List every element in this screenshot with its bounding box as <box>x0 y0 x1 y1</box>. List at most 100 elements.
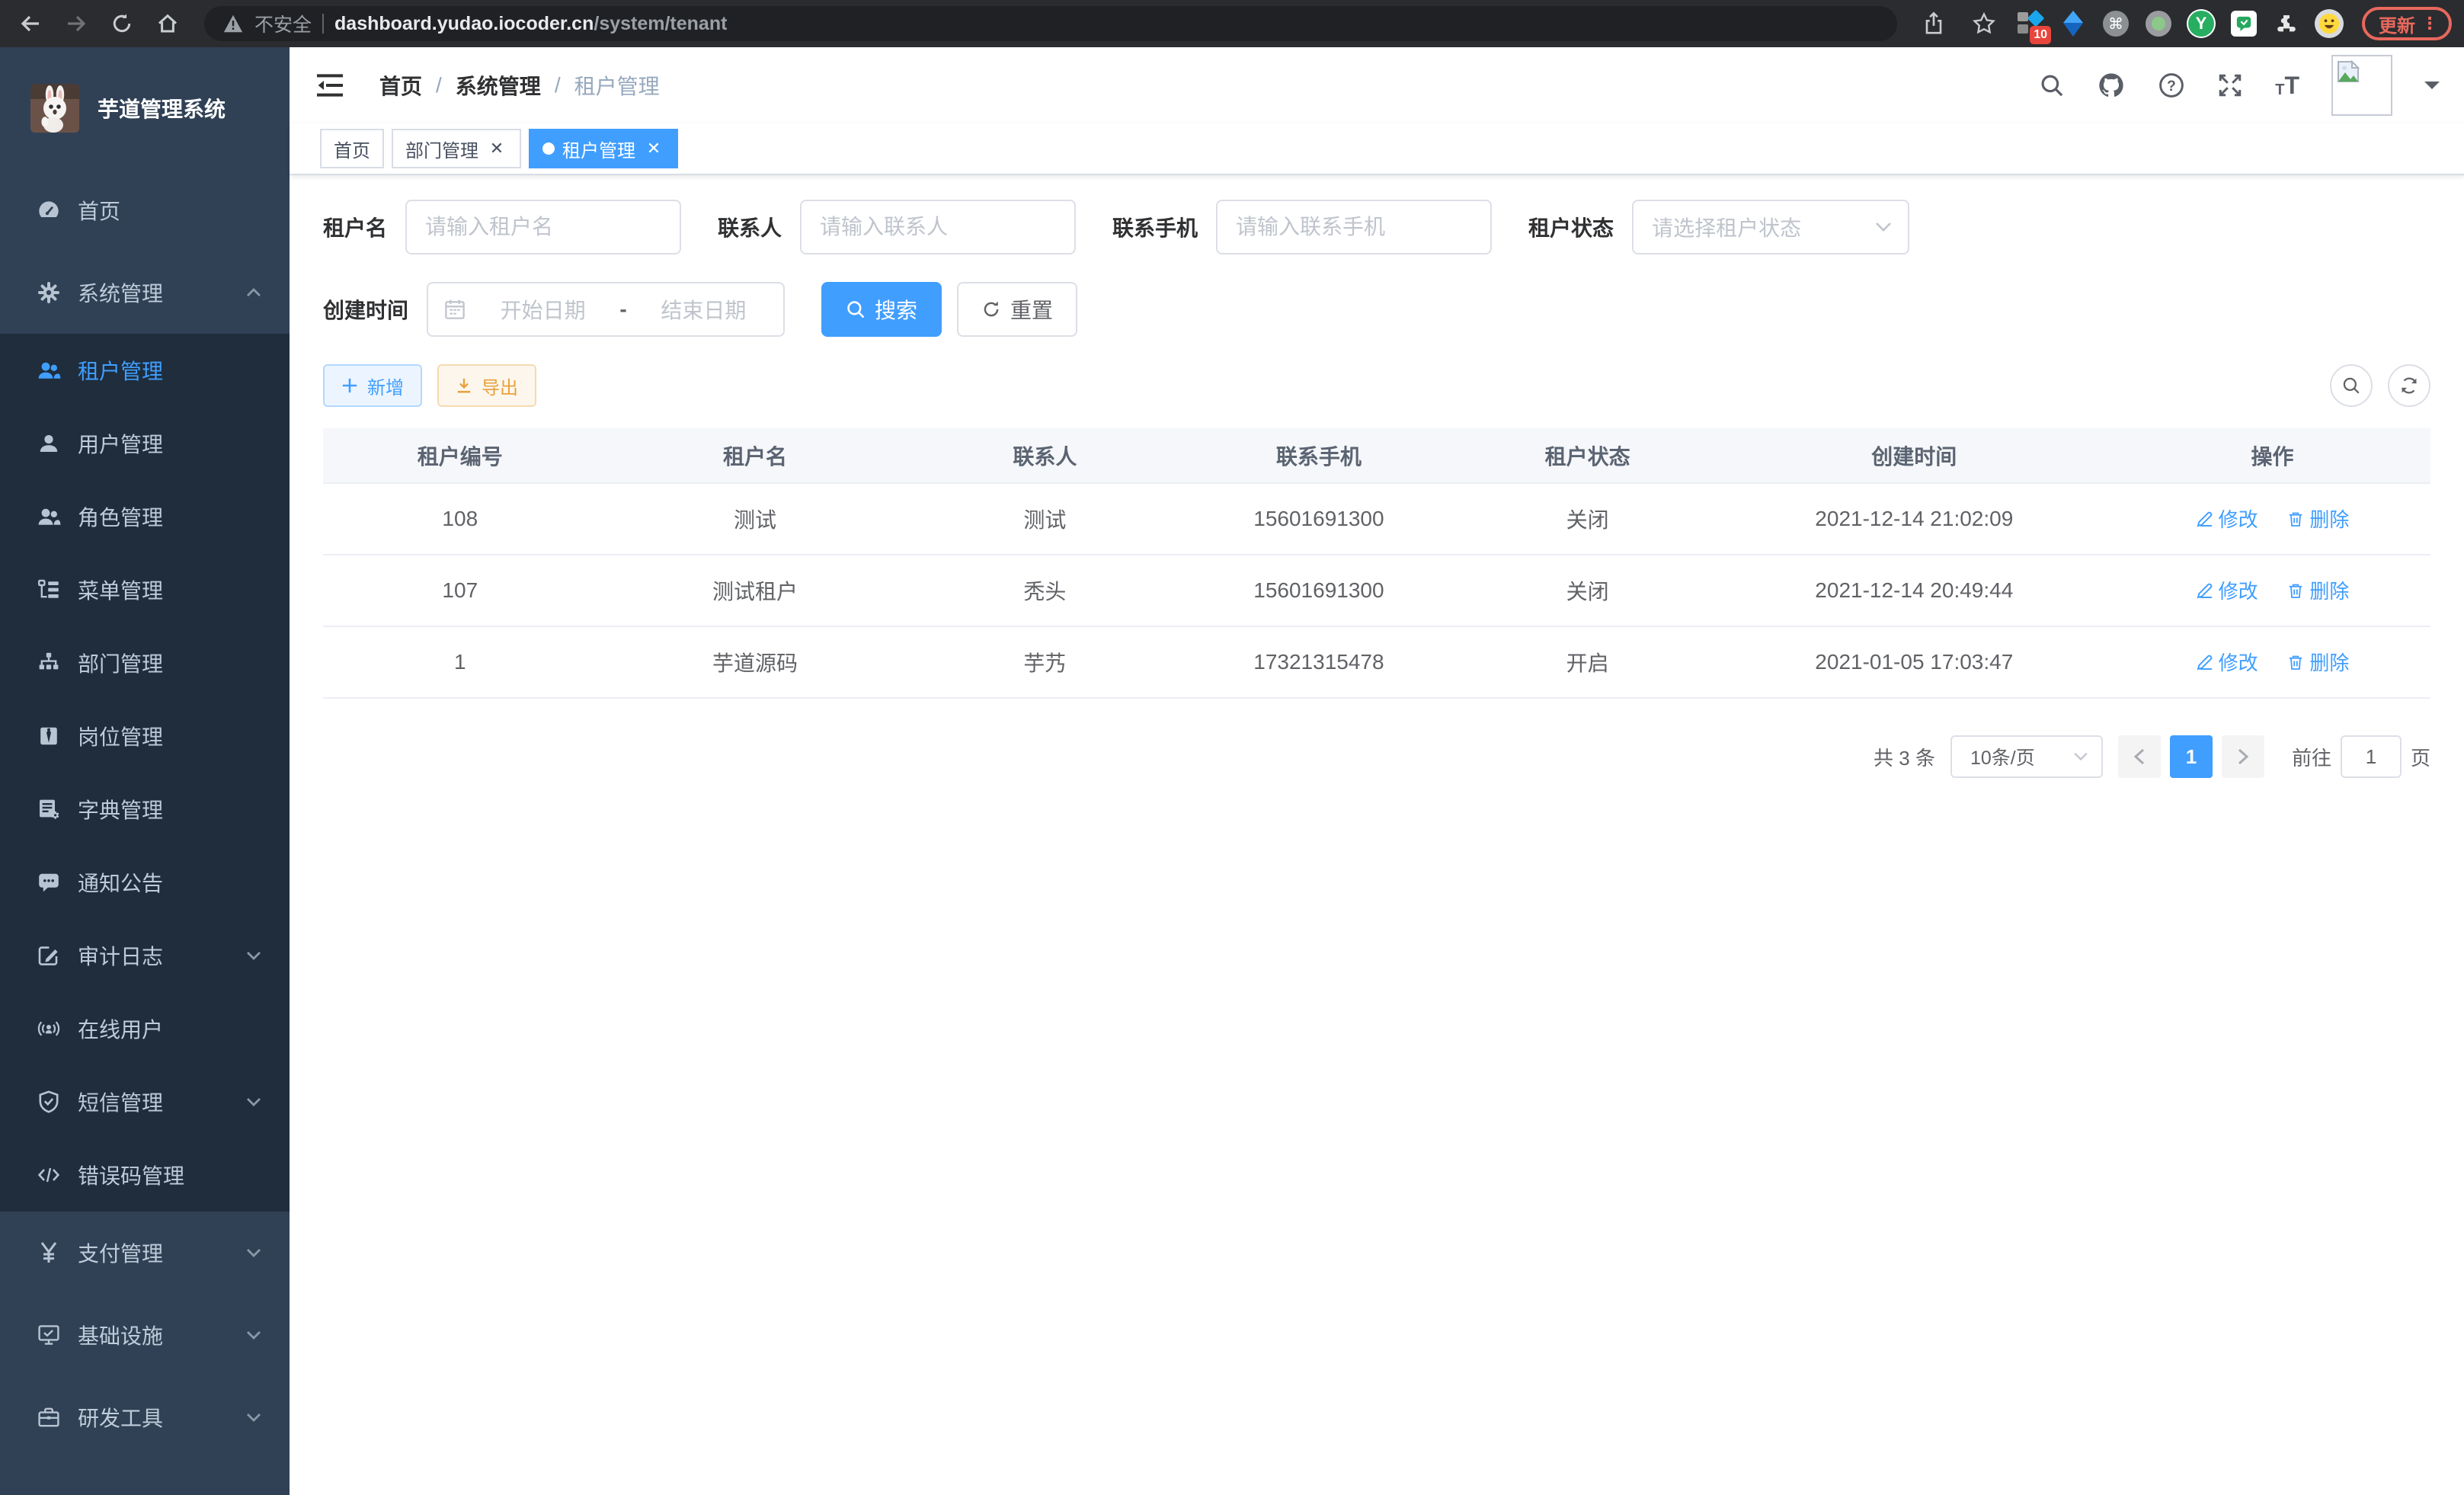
goto-page-input[interactable] <box>2341 735 2402 778</box>
sidebar-item-home[interactable]: 首页 <box>0 169 290 251</box>
refresh-table-button[interactable] <box>2388 364 2430 407</box>
breadcrumb-system[interactable]: 系统管理 <box>456 70 541 101</box>
delete-button[interactable]: 删除 <box>2286 504 2349 533</box>
extension-command-icon[interactable]: ⌘ <box>2101 9 2130 38</box>
sidebar-item-role[interactable]: 角色管理 <box>0 480 290 553</box>
tab-dept[interactable]: 部门管理 ✕ <box>392 129 521 168</box>
extensions-puzzle-icon[interactable] <box>2272 9 2301 38</box>
sidebar-item-sms[interactable]: 短信管理 <box>0 1065 290 1138</box>
add-button[interactable]: 新增 <box>323 364 422 407</box>
edit-button[interactable]: 修改 <box>2196 504 2258 533</box>
calendar-icon <box>443 298 466 321</box>
extension-chat-icon[interactable] <box>2229 9 2258 38</box>
browser-update-button[interactable]: 更新 ⋮ <box>2362 7 2452 40</box>
date-range-picker[interactable]: 开始日期 - 结束日期 <box>427 282 785 337</box>
sidebar-item-system[interactable]: 系统管理 <box>0 251 290 334</box>
browser-menu-icon[interactable]: ⋮ <box>2421 14 2438 34</box>
chevron-down-icon <box>2072 751 2089 762</box>
sidebar: 芋道管理系统 首页 系统管理 租户管理 <box>0 47 290 1495</box>
toggle-search-button[interactable] <box>2330 364 2373 407</box>
sidebar-item-menu[interactable]: 菜单管理 <box>0 553 290 626</box>
edit-button[interactable]: 修改 <box>2196 648 2258 676</box>
sidebar-item-pay[interactable]: 支付管理 <box>0 1212 290 1294</box>
sidebar-item-user[interactable]: 用户管理 <box>0 407 290 480</box>
table-row: 1 芋道源码 芋艿 17321315478 开启 2021-01-05 17:0… <box>323 626 2430 698</box>
extension-modheader-icon[interactable]: 10 <box>2016 9 2045 38</box>
sidebar-item-audit-log[interactable]: 审计日志 <box>0 919 290 992</box>
chevron-down-icon <box>245 1330 262 1340</box>
page-number-button[interactable]: 1 <box>2170 735 2213 778</box>
close-icon[interactable]: ✕ <box>486 138 507 159</box>
sidebar-item-dept[interactable]: 部门管理 <box>0 626 290 699</box>
fullscreen-button[interactable] <box>2217 72 2243 98</box>
org-tree-icon <box>37 651 61 675</box>
sidebar-collapse-button[interactable] <box>317 74 343 97</box>
tab-home[interactable]: 首页 <box>320 129 384 168</box>
user-avatar[interactable] <box>2331 55 2392 116</box>
breadcrumb-home[interactable]: 首页 <box>379 70 422 101</box>
header-search-button[interactable] <box>2039 72 2065 98</box>
extension-y-icon[interactable]: Y <box>2187 9 2216 38</box>
security-status-label[interactable]: 不安全 <box>254 10 312 37</box>
reset-button[interactable]: 重置 <box>957 282 1077 337</box>
url-bar[interactable]: 不安全 dashboard.yudao.iocoder.cn/system/te… <box>204 6 1897 41</box>
sidebar-item-dev-tools[interactable]: 研发工具 <box>0 1376 290 1458</box>
delete-button[interactable]: 删除 <box>2286 648 2349 676</box>
sidebar-item-tenant[interactable]: 租户管理 <box>0 334 290 407</box>
mobile-input[interactable] <box>1216 200 1492 255</box>
sidebar-item-online-users[interactable]: 在线用户 <box>0 992 290 1065</box>
help-doc-button[interactable]: ? <box>2158 72 2185 99</box>
avatar-dropdown-caret[interactable] <box>2424 82 2440 97</box>
menu-tree-icon <box>37 578 61 602</box>
edit-button[interactable]: 修改 <box>2196 576 2258 604</box>
tab-tenant[interactable]: 租户管理 ✕ <box>529 129 678 168</box>
github-link-button[interactable] <box>2097 71 2126 100</box>
audit-log-icon <box>37 943 61 968</box>
app-logo[interactable]: 芋道管理系统 <box>0 47 290 169</box>
browser-forward-button[interactable] <box>58 5 94 42</box>
bookmark-star-button[interactable] <box>1966 5 2002 42</box>
browser-reload-button[interactable] <box>104 5 140 42</box>
delete-button[interactable]: 删除 <box>2286 576 2349 604</box>
share-button[interactable] <box>1915 5 1952 42</box>
extension-kite-icon[interactable] <box>2059 9 2088 38</box>
tags-view-bar: 首页 部门管理 ✕ 租户管理 ✕ <box>290 123 2464 175</box>
browser-home-button[interactable] <box>149 5 186 42</box>
page-size-select[interactable]: 10条/页 <box>1950 735 2103 778</box>
shield-check-icon <box>37 1090 61 1114</box>
page-url: dashboard.yudao.iocoder.cn/system/tenant <box>334 13 727 35</box>
tenant-name-input[interactable] <box>405 200 681 255</box>
code-icon <box>37 1163 61 1187</box>
toolbox-icon <box>37 1405 61 1429</box>
sidebar-item-error-code[interactable]: 错误码管理 <box>0 1138 290 1212</box>
plus-icon <box>341 377 358 394</box>
close-icon[interactable]: ✕ <box>643 138 664 159</box>
fullscreen-icon <box>2217 72 2243 98</box>
export-button[interactable]: 导出 <box>437 364 536 407</box>
contact-input[interactable] <box>800 200 1076 255</box>
sidebar-item-notice[interactable]: 通知公告 <box>0 846 290 919</box>
table-header-row: 租户编号 租户名 联系人 联系手机 租户状态 创建时间 操作 <box>323 428 2430 483</box>
search-button[interactable]: 搜索 <box>821 282 942 337</box>
sidebar-item-infra[interactable]: 基础设施 <box>0 1294 290 1376</box>
profile-avatar-emoji-icon[interactable] <box>2315 9 2344 38</box>
status-text: 关闭 <box>1461 483 1714 555</box>
create-time-label: 创建时间 <box>323 294 408 325</box>
search-icon <box>2341 376 2361 395</box>
sidebar-item-post[interactable]: 岗位管理 <box>0 699 290 773</box>
extension-recorder-icon[interactable] <box>2144 9 2173 38</box>
next-page-button[interactable] <box>2222 735 2264 778</box>
prev-page-button[interactable] <box>2118 735 2161 778</box>
reload-icon <box>110 12 133 35</box>
broken-image-icon <box>2336 59 2360 84</box>
status-text: 开启 <box>1461 626 1714 698</box>
end-date-placeholder: 结束日期 <box>639 294 768 325</box>
chevron-down-icon <box>245 1412 262 1423</box>
dict-book-icon <box>37 797 61 821</box>
total-count: 共 3 条 <box>1874 743 1935 771</box>
font-size-button[interactable]: TT <box>2275 73 2299 98</box>
svg-text:?: ? <box>2167 78 2176 94</box>
browser-back-button[interactable] <box>12 5 49 42</box>
status-select[interactable]: 请选择租户状态 <box>1632 200 1909 255</box>
sidebar-item-dict[interactable]: 字典管理 <box>0 773 290 846</box>
